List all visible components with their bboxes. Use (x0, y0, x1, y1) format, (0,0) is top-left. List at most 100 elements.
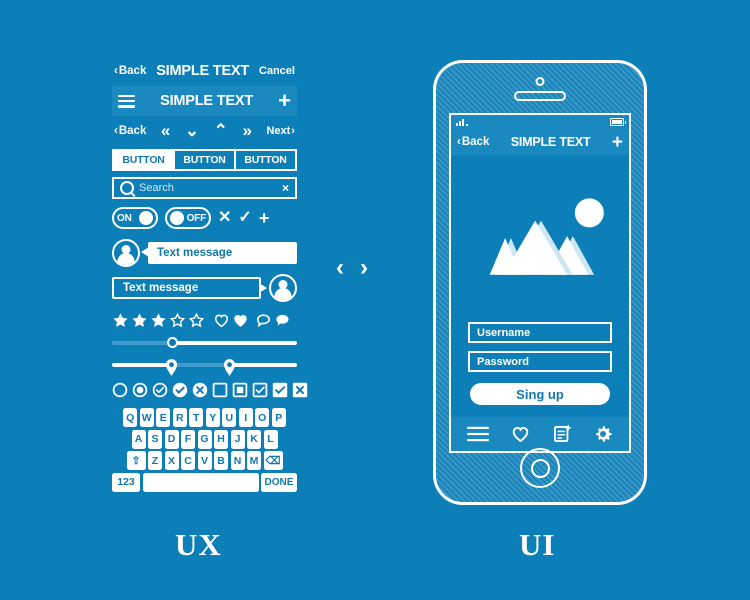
mountains-image-placeholder (451, 155, 629, 322)
cancel-button[interactable]: Cancel (259, 65, 295, 77)
search-placeholder: Search (139, 182, 174, 194)
heart-outline-icon[interactable] (213, 312, 230, 329)
clear-icon[interactable]: × (282, 181, 289, 195)
pager-toolbar: ‹ Back « ⌄ ⌃ » Next › (112, 119, 297, 143)
ux-caption: UX (175, 527, 222, 562)
star-filled-icon[interactable] (131, 312, 148, 329)
radio-check-outline[interactable] (152, 382, 168, 398)
chevron-up-icon[interactable]: ⌃ (214, 121, 228, 141)
radio-check-filled[interactable] (172, 382, 188, 398)
slider-knob[interactable] (167, 337, 179, 348)
checkbox-square-filled[interactable] (232, 382, 248, 398)
toggle-on[interactable]: ON (112, 207, 158, 229)
key-w[interactable]: W (139, 408, 154, 427)
key-u[interactable]: U (222, 408, 237, 427)
star-outline-icon[interactable] (188, 312, 205, 329)
password-field[interactable]: Password (468, 351, 612, 372)
new-document-icon[interactable] (552, 424, 572, 444)
ui-caption: UI (519, 527, 556, 562)
range-handle-high[interactable] (223, 359, 236, 376)
key-f[interactable]: F (181, 429, 195, 449)
check-icon[interactable]: ✓ (238, 210, 251, 226)
settings-gear-icon[interactable] (593, 424, 613, 444)
toggle-on-label: ON (117, 212, 132, 224)
heart-icon[interactable] (510, 424, 531, 444)
close-icon[interactable]: ✕ (218, 210, 231, 226)
key-q[interactable]: Q (123, 408, 138, 427)
key-t[interactable]: T (189, 408, 204, 427)
comment-outline-icon[interactable] (255, 312, 272, 329)
key-j[interactable]: J (230, 429, 245, 449)
hamburger-icon[interactable] (118, 94, 135, 108)
key-r[interactable]: R (172, 408, 187, 427)
battery-icon (610, 118, 626, 126)
numbers-key[interactable]: 123 (112, 472, 140, 492)
key-l[interactable]: L (263, 429, 278, 449)
key-e[interactable]: E (156, 408, 171, 427)
backspace-key[interactable]: ⌫ (263, 451, 283, 470)
star-outline-icon[interactable] (169, 312, 186, 329)
phone-back-button[interactable]: ‹ Back (457, 136, 489, 148)
key-n[interactable]: N (230, 451, 245, 470)
range-handle-low[interactable] (165, 359, 178, 376)
keyboard-row-3: ⇧ Z X C V B N M ⌫ (112, 451, 297, 470)
first-page-icon[interactable]: « (161, 121, 170, 141)
key-p[interactable]: P (271, 408, 286, 427)
range-slider[interactable] (112, 357, 297, 376)
chevron-left-icon[interactable]: ‹ (336, 256, 344, 280)
signup-button[interactable]: Sing up (470, 383, 610, 405)
star-filled-icon[interactable] (150, 312, 167, 329)
heart-filled-icon[interactable] (232, 312, 249, 329)
single-slider[interactable] (112, 335, 297, 351)
key-a[interactable]: A (131, 429, 146, 449)
key-h[interactable]: H (214, 429, 228, 449)
key-m[interactable]: M (247, 451, 261, 470)
key-x[interactable]: X (164, 451, 179, 470)
chevron-right-icon[interactable]: › (360, 256, 368, 280)
key-i[interactable]: I (238, 408, 253, 427)
checkbox-check-filled[interactable] (272, 382, 288, 398)
key-g[interactable]: G (197, 429, 212, 449)
checkbox-empty[interactable] (212, 382, 228, 398)
comment-filled-icon[interactable] (274, 312, 291, 329)
chevron-down-icon[interactable]: ⌄ (185, 121, 199, 141)
back-button[interactable]: ‹ Back (114, 65, 146, 77)
radio-empty[interactable] (112, 382, 128, 398)
radio-selected[interactable] (132, 382, 148, 398)
space-key[interactable] (142, 472, 259, 492)
checkbox-check-outline[interactable] (252, 382, 268, 398)
segment-button-1[interactable]: BUTTON (112, 149, 175, 171)
key-v[interactable]: V (197, 451, 212, 470)
chat-message-incoming: Text message (112, 239, 297, 267)
toggle-off[interactable]: OFF (165, 207, 211, 229)
key-s[interactable]: S (148, 429, 162, 449)
pager-next-button[interactable]: Next › (266, 125, 295, 137)
segment-button-2[interactable]: BUTTON (175, 149, 236, 171)
plus-icon[interactable]: + (278, 90, 291, 112)
radio-x-filled[interactable] (192, 382, 208, 398)
username-field[interactable]: Username (468, 322, 612, 343)
navbar-plain: ‹ Back SIMPLE TEXT Cancel (112, 58, 297, 84)
chevron-left-icon: ‹ (457, 136, 461, 148)
key-b[interactable]: B (214, 451, 228, 470)
menu-icon[interactable] (467, 425, 490, 443)
checkbox-x-filled[interactable] (292, 382, 308, 398)
plus-icon[interactable]: + (612, 133, 623, 152)
key-c[interactable]: C (181, 451, 195, 470)
star-filled-icon[interactable] (112, 312, 129, 329)
key-k[interactable]: K (247, 429, 261, 449)
plus-icon[interactable]: + (259, 209, 270, 227)
pager-back-button[interactable]: ‹ Back (114, 125, 146, 137)
segment-button-3[interactable]: BUTTON (236, 149, 297, 171)
key-d[interactable]: D (164, 429, 179, 449)
key-o[interactable]: O (255, 408, 270, 427)
shift-key[interactable]: ⇧ (126, 451, 146, 470)
last-page-icon[interactable]: » (242, 121, 251, 141)
search-input[interactable]: Search × (112, 177, 297, 199)
key-y[interactable]: Y (205, 408, 220, 427)
done-key[interactable]: DONE (261, 472, 297, 492)
keyboard-row-4: 123 DONE (112, 472, 297, 492)
toggle-knob (139, 211, 153, 225)
home-button[interactable] (520, 448, 560, 488)
key-z[interactable]: Z (148, 451, 162, 470)
